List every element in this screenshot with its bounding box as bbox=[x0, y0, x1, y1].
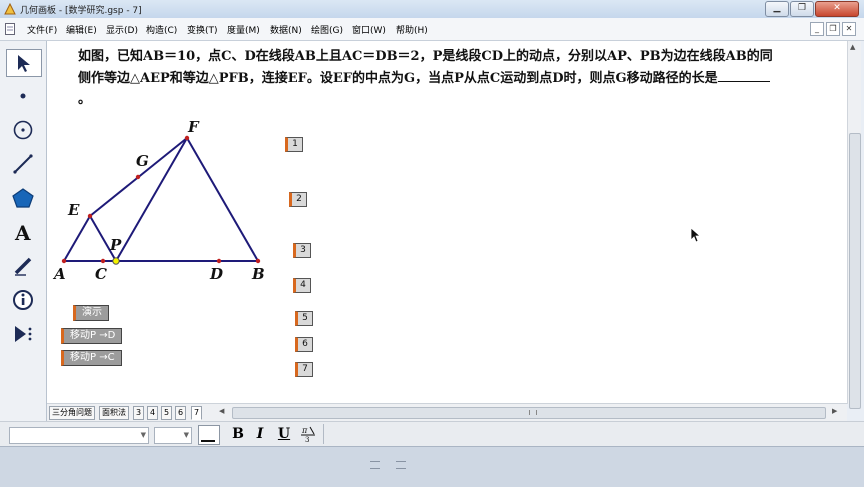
italic-button[interactable]: I bbox=[250, 425, 270, 443]
page-button-6[interactable]: 6 bbox=[295, 337, 313, 352]
label-p: P bbox=[110, 236, 122, 254]
scroll-right-icon[interactable]: ▶ bbox=[832, 407, 837, 415]
label-d: D bbox=[210, 265, 224, 283]
toolbar-divider bbox=[323, 424, 324, 444]
math-fraction-icon: π 3 bbox=[301, 426, 315, 444]
font-family-select[interactable]: ▼ bbox=[9, 427, 149, 444]
label-a: A bbox=[54, 265, 66, 283]
status-bar bbox=[0, 446, 864, 487]
point-a[interactable] bbox=[61, 258, 67, 264]
font-size-select[interactable]: ▼ bbox=[154, 427, 192, 444]
label-e: E bbox=[68, 201, 80, 219]
demo-button[interactable]: 演示 bbox=[73, 305, 109, 321]
move-p-to-d-button[interactable]: 移动P →D bbox=[61, 328, 123, 344]
segment-ae[interactable] bbox=[63, 215, 91, 262]
point-f[interactable] bbox=[184, 135, 190, 141]
tab-page-2[interactable]: 面积法 bbox=[99, 406, 129, 420]
page-button-2[interactable]: 2 bbox=[289, 192, 307, 207]
tab-page-1[interactable]: 三分角问题 bbox=[49, 406, 95, 420]
point-b[interactable] bbox=[255, 258, 261, 264]
chevron-down-icon: ▼ bbox=[183, 431, 189, 439]
page-tab-bar: 三分角问题 面积法 3 4 5 6 7 ◀ ▶ bbox=[47, 403, 847, 421]
point-d[interactable] bbox=[216, 258, 222, 264]
chevron-down-icon: ▼ bbox=[140, 431, 146, 439]
status-grip-icon bbox=[396, 461, 406, 469]
underline-button[interactable]: U bbox=[274, 425, 294, 443]
mouse-cursor-icon bbox=[690, 227, 702, 243]
svg-text:π: π bbox=[301, 426, 308, 435]
segment-pf[interactable] bbox=[115, 137, 188, 262]
figure-lines bbox=[63, 137, 259, 262]
scroll-left-icon[interactable]: ◀ bbox=[219, 407, 224, 415]
color-swatch bbox=[201, 440, 215, 442]
point-p[interactable] bbox=[112, 257, 120, 265]
page-button-3[interactable]: 3 bbox=[293, 243, 311, 258]
label-g: G bbox=[136, 152, 149, 170]
horizontal-scroll-thumb[interactable] bbox=[232, 407, 826, 419]
page-button-7[interactable]: 7 bbox=[295, 362, 313, 377]
tab-page-3[interactable]: 3 bbox=[133, 406, 145, 420]
page-button-4[interactable]: 4 bbox=[293, 278, 311, 293]
vertical-scrollbar[interactable]: ▲ bbox=[847, 41, 861, 409]
label-c: C bbox=[95, 265, 107, 283]
tab-page-7[interactable]: 7 bbox=[191, 406, 203, 420]
move-p-to-c-button[interactable]: 移动P →C bbox=[61, 350, 122, 366]
vertical-scroll-thumb[interactable] bbox=[849, 133, 861, 409]
math-format-button[interactable]: π 3 bbox=[298, 425, 318, 444]
bold-button[interactable]: B bbox=[228, 425, 248, 443]
tab-page-6[interactable]: 6 bbox=[175, 406, 187, 420]
page-button-5[interactable]: 5 bbox=[295, 311, 313, 326]
page-button-1[interactable]: 1 bbox=[285, 137, 303, 152]
tab-page-5[interactable]: 5 bbox=[161, 406, 173, 420]
tab-page-4[interactable]: 4 bbox=[147, 406, 159, 420]
format-toolbar: ▼ ▼ B I U π 3 bbox=[0, 421, 864, 447]
text-color-button[interactable] bbox=[198, 425, 220, 445]
figure-points bbox=[61, 135, 261, 265]
label-b: B bbox=[252, 265, 265, 283]
segment-fb[interactable] bbox=[186, 137, 259, 262]
grip-icon bbox=[529, 410, 537, 415]
svg-text:3: 3 bbox=[305, 436, 309, 443]
point-e[interactable] bbox=[87, 213, 93, 219]
status-grip-icon bbox=[370, 461, 380, 469]
point-c[interactable] bbox=[100, 258, 106, 264]
label-f: F bbox=[188, 118, 199, 136]
scroll-up-icon[interactable]: ▲ bbox=[850, 43, 855, 51]
point-g[interactable] bbox=[135, 174, 141, 180]
